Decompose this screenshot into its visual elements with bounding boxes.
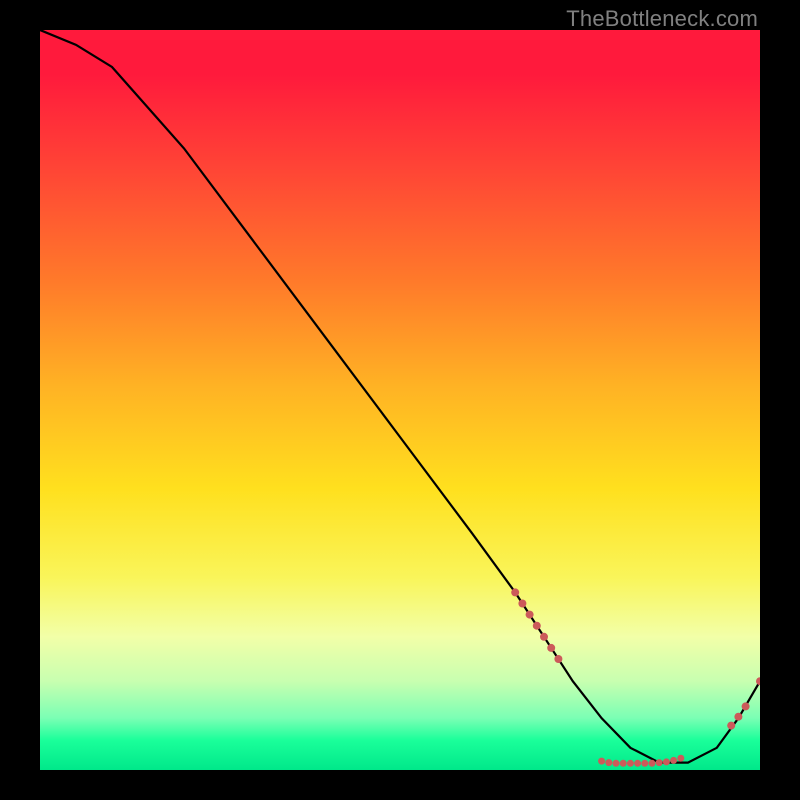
data-marker <box>613 760 620 767</box>
data-marker <box>620 760 627 767</box>
data-marker <box>540 633 548 641</box>
data-marker <box>677 755 684 762</box>
bottleneck-curve <box>40 30 760 763</box>
data-marker <box>734 713 742 721</box>
data-marker <box>547 644 555 652</box>
attribution-text: TheBottleneck.com <box>566 6 758 32</box>
data-marker <box>533 622 541 630</box>
data-marker <box>663 758 670 765</box>
data-marker <box>598 758 605 765</box>
data-marker <box>649 760 656 767</box>
data-marker <box>756 677 760 685</box>
plot-area <box>40 30 760 770</box>
data-marker <box>518 600 526 608</box>
data-marker <box>742 702 750 710</box>
data-marker <box>511 588 519 596</box>
data-marker <box>627 760 634 767</box>
data-marker <box>605 759 612 766</box>
curve-svg <box>40 30 760 770</box>
data-marker <box>554 655 562 663</box>
data-marker <box>727 722 735 730</box>
data-marker <box>641 760 648 767</box>
data-marker <box>526 611 534 619</box>
data-marker <box>634 760 641 767</box>
chart-frame: TheBottleneck.com <box>0 0 800 800</box>
data-marker <box>656 759 663 766</box>
data-marker <box>670 757 677 764</box>
